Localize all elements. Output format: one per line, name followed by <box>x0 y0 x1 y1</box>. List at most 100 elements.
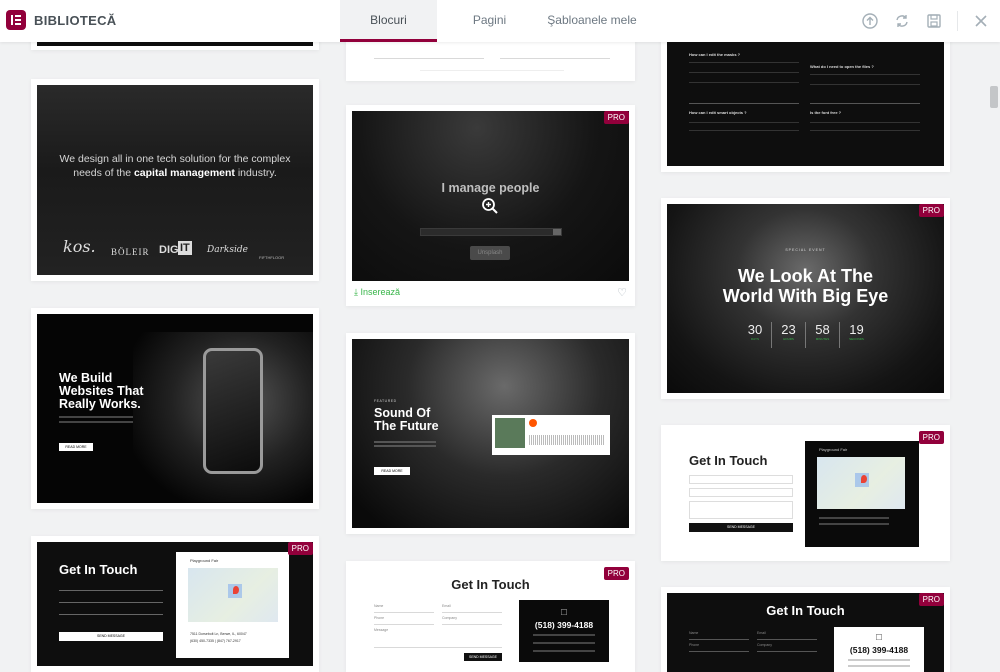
header-actions <box>859 10 992 32</box>
field-name: Name <box>374 604 384 608</box>
template-thumbnail: SPECIAL EVENT We Look At The World With … <box>667 204 944 393</box>
contact-title: Get In Touch <box>689 453 768 468</box>
headline-line-2: needs of the capital management industry… <box>73 167 277 179</box>
field-name: Name <box>689 631 699 635</box>
logo-darkside: Darkside <box>207 245 248 255</box>
countdown-minutes: 58 MINUTES <box>806 322 840 348</box>
close-icon[interactable] <box>970 10 992 32</box>
scrollbar[interactable] <box>988 42 1000 672</box>
contact-title: Get In Touch <box>451 577 530 592</box>
field-email: Email <box>442 604 451 608</box>
send-message-button: SEND MESSAGE <box>464 653 502 661</box>
faq-question: Is the font free ? <box>810 110 842 115</box>
zoom-icon[interactable] <box>481 197 499 215</box>
contact-title: Get In Touch <box>59 562 138 577</box>
field-company: Company <box>757 643 772 647</box>
map-label: Playground Fair <box>819 447 848 452</box>
pro-badge: PRO <box>918 593 944 606</box>
save-icon[interactable] <box>923 10 945 32</box>
field-phone: Phone <box>374 616 385 620</box>
template-card-future[interactable]: FEATURED Sound Of The Future READ MORE <box>346 333 635 534</box>
tab-my-templates[interactable]: Şabloanele mele <box>542 0 642 42</box>
logo-dig: DIG <box>159 244 179 256</box>
hero-title: Sound Of The Future <box>374 406 439 433</box>
logo-it: IT <box>178 241 192 255</box>
template-card-event[interactable]: SPECIAL EVENT We Look At The World With … <box>661 198 950 399</box>
template-thumbnail: Get In Touch Name Email Phone Company ☐ … <box>667 593 944 672</box>
phone-mockup <box>203 348 263 474</box>
faq-question: How can I edit the masks ? <box>689 52 741 57</box>
header-divider <box>957 11 958 31</box>
map-thumbnail <box>817 457 905 509</box>
pro-badge: PRO <box>918 204 944 217</box>
insert-button[interactable]: ⤓ Inserează <box>354 287 400 298</box>
search-field <box>420 228 562 236</box>
field-email: Email <box>757 631 766 635</box>
field-company: Company <box>442 616 457 620</box>
logo-kos: kos. <box>63 237 96 256</box>
hero-title: We Look At The World With Big Eye <box>722 266 889 306</box>
download-icon: ⤓ <box>354 286 358 297</box>
map-label: Playground Fair <box>190 558 219 563</box>
template-card-contact[interactable]: Get In Touch SEND MESSAGE Playground Fai… <box>31 536 319 672</box>
tab-blocks[interactable]: Blocuri <box>340 0 437 42</box>
send-message-button: SEND MESSAGE <box>59 632 163 641</box>
library-title: BIBLIOTECĂ <box>34 12 117 28</box>
countdown-hours: 23 HOURS <box>772 322 806 348</box>
contact-info-panel: ☐ (518) 399-4188 <box>834 627 924 672</box>
pro-badge: PRO <box>287 542 313 555</box>
template-card-faq[interactable]: How can I edit the masks ? What do I nee… <box>661 20 950 172</box>
template-thumbnail: We design all in one tech solution for t… <box>37 85 313 275</box>
template-card-contact[interactable]: Get In Touch Name Email Phone Company Me… <box>346 561 635 672</box>
template-card-contact[interactable]: Get In Touch SEND MESSAGE Playground Fai… <box>661 425 950 561</box>
watermark: Unsplash <box>470 246 510 260</box>
send-message-button: SEND MESSAGE <box>689 523 793 532</box>
eyebrow: SPECIAL EVENT <box>785 248 826 252</box>
read-more-button: READ MORE <box>59 443 93 451</box>
template-card-contact[interactable]: Get In Touch Name Email Phone Company ☐ … <box>661 587 950 672</box>
address: 7511 Dorsebolt Ln, Berwe, IL, 60047 <box>190 632 247 636</box>
faq-question: How can I edit smart objects ? <box>689 110 747 115</box>
logo-boleir: BÖLEIR <box>111 247 150 257</box>
template-thumbnail: We Build Websites That Really Works. REA… <box>37 314 313 503</box>
elementor-logo-icon <box>6 10 26 30</box>
contact-info-panel: ☐ (518) 399-4188 <box>519 600 609 662</box>
template-thumbnail: FEATURED Sound Of The Future READ MORE <box>352 339 629 528</box>
read-more-button: READ MORE <box>374 467 410 475</box>
template-thumbnail: I manage people Unsplash <box>352 111 629 281</box>
map-panel: Playground Fair 7511 Dorsebolt Ln, Berwe… <box>176 552 289 658</box>
logo-fifthfloor: FIFTHFLOOR <box>259 255 285 260</box>
contact-title: Get In Touch <box>766 603 845 618</box>
template-card-tech[interactable]: We design all in one tech solution for t… <box>31 79 319 281</box>
pro-badge: PRO <box>603 567 629 580</box>
scrollbar-thumb[interactable] <box>990 86 998 108</box>
phone-number: (518) 399-4188 <box>849 645 909 655</box>
template-thumbnail: Get In Touch SEND MESSAGE Playground Fai… <box>37 542 313 666</box>
sync-icon[interactable] <box>891 10 913 32</box>
tab-pages[interactable]: Pagini <box>437 0 542 42</box>
phone-numbers: (630) 450-7335 | (847) 767-2917 <box>190 639 241 643</box>
card-actions: ⤓ Inserează ♡ <box>354 284 627 300</box>
phone-icon: ☐ <box>875 633 883 642</box>
countdown-seconds: 19 SECONDS <box>849 322 864 341</box>
template-card-manage[interactable]: I manage people Unsplash PRO ⤓ Inserează… <box>346 105 635 306</box>
hero-title: We Build Websites That Really Works. <box>59 371 144 411</box>
insert-label: Inserează <box>360 286 401 297</box>
field-message: Message <box>374 628 389 632</box>
library-header: BIBLIOTECĂ Blocuri Pagini Şabloanele mel… <box>0 0 1000 42</box>
template-thumbnail: Get In Touch SEND MESSAGE Playground Fai… <box>667 431 944 555</box>
phone-icon: ☐ <box>560 608 568 617</box>
library-tabs: Blocuri Pagini Şabloanele mele <box>340 0 642 42</box>
pro-badge: PRO <box>603 111 629 124</box>
upload-icon[interactable] <box>859 10 881 32</box>
map-thumbnail <box>188 568 278 622</box>
heart-icon[interactable]: ♡ <box>617 286 627 299</box>
template-thumbnail: Get In Touch Name Email Phone Company Me… <box>352 567 629 666</box>
pro-badge: PRO <box>918 431 944 444</box>
soundcloud-widget <box>492 415 610 455</box>
brand: BIBLIOTECĂ <box>6 10 116 30</box>
eyebrow: FEATURED <box>374 399 397 403</box>
countdown: 30 DAYS 23 HOURS 58 MINUTES 19 SECONDS <box>739 322 873 348</box>
template-card-phone[interactable]: We Build Websites That Really Works. REA… <box>31 308 319 509</box>
map-panel: Playground Fair <box>805 441 919 547</box>
